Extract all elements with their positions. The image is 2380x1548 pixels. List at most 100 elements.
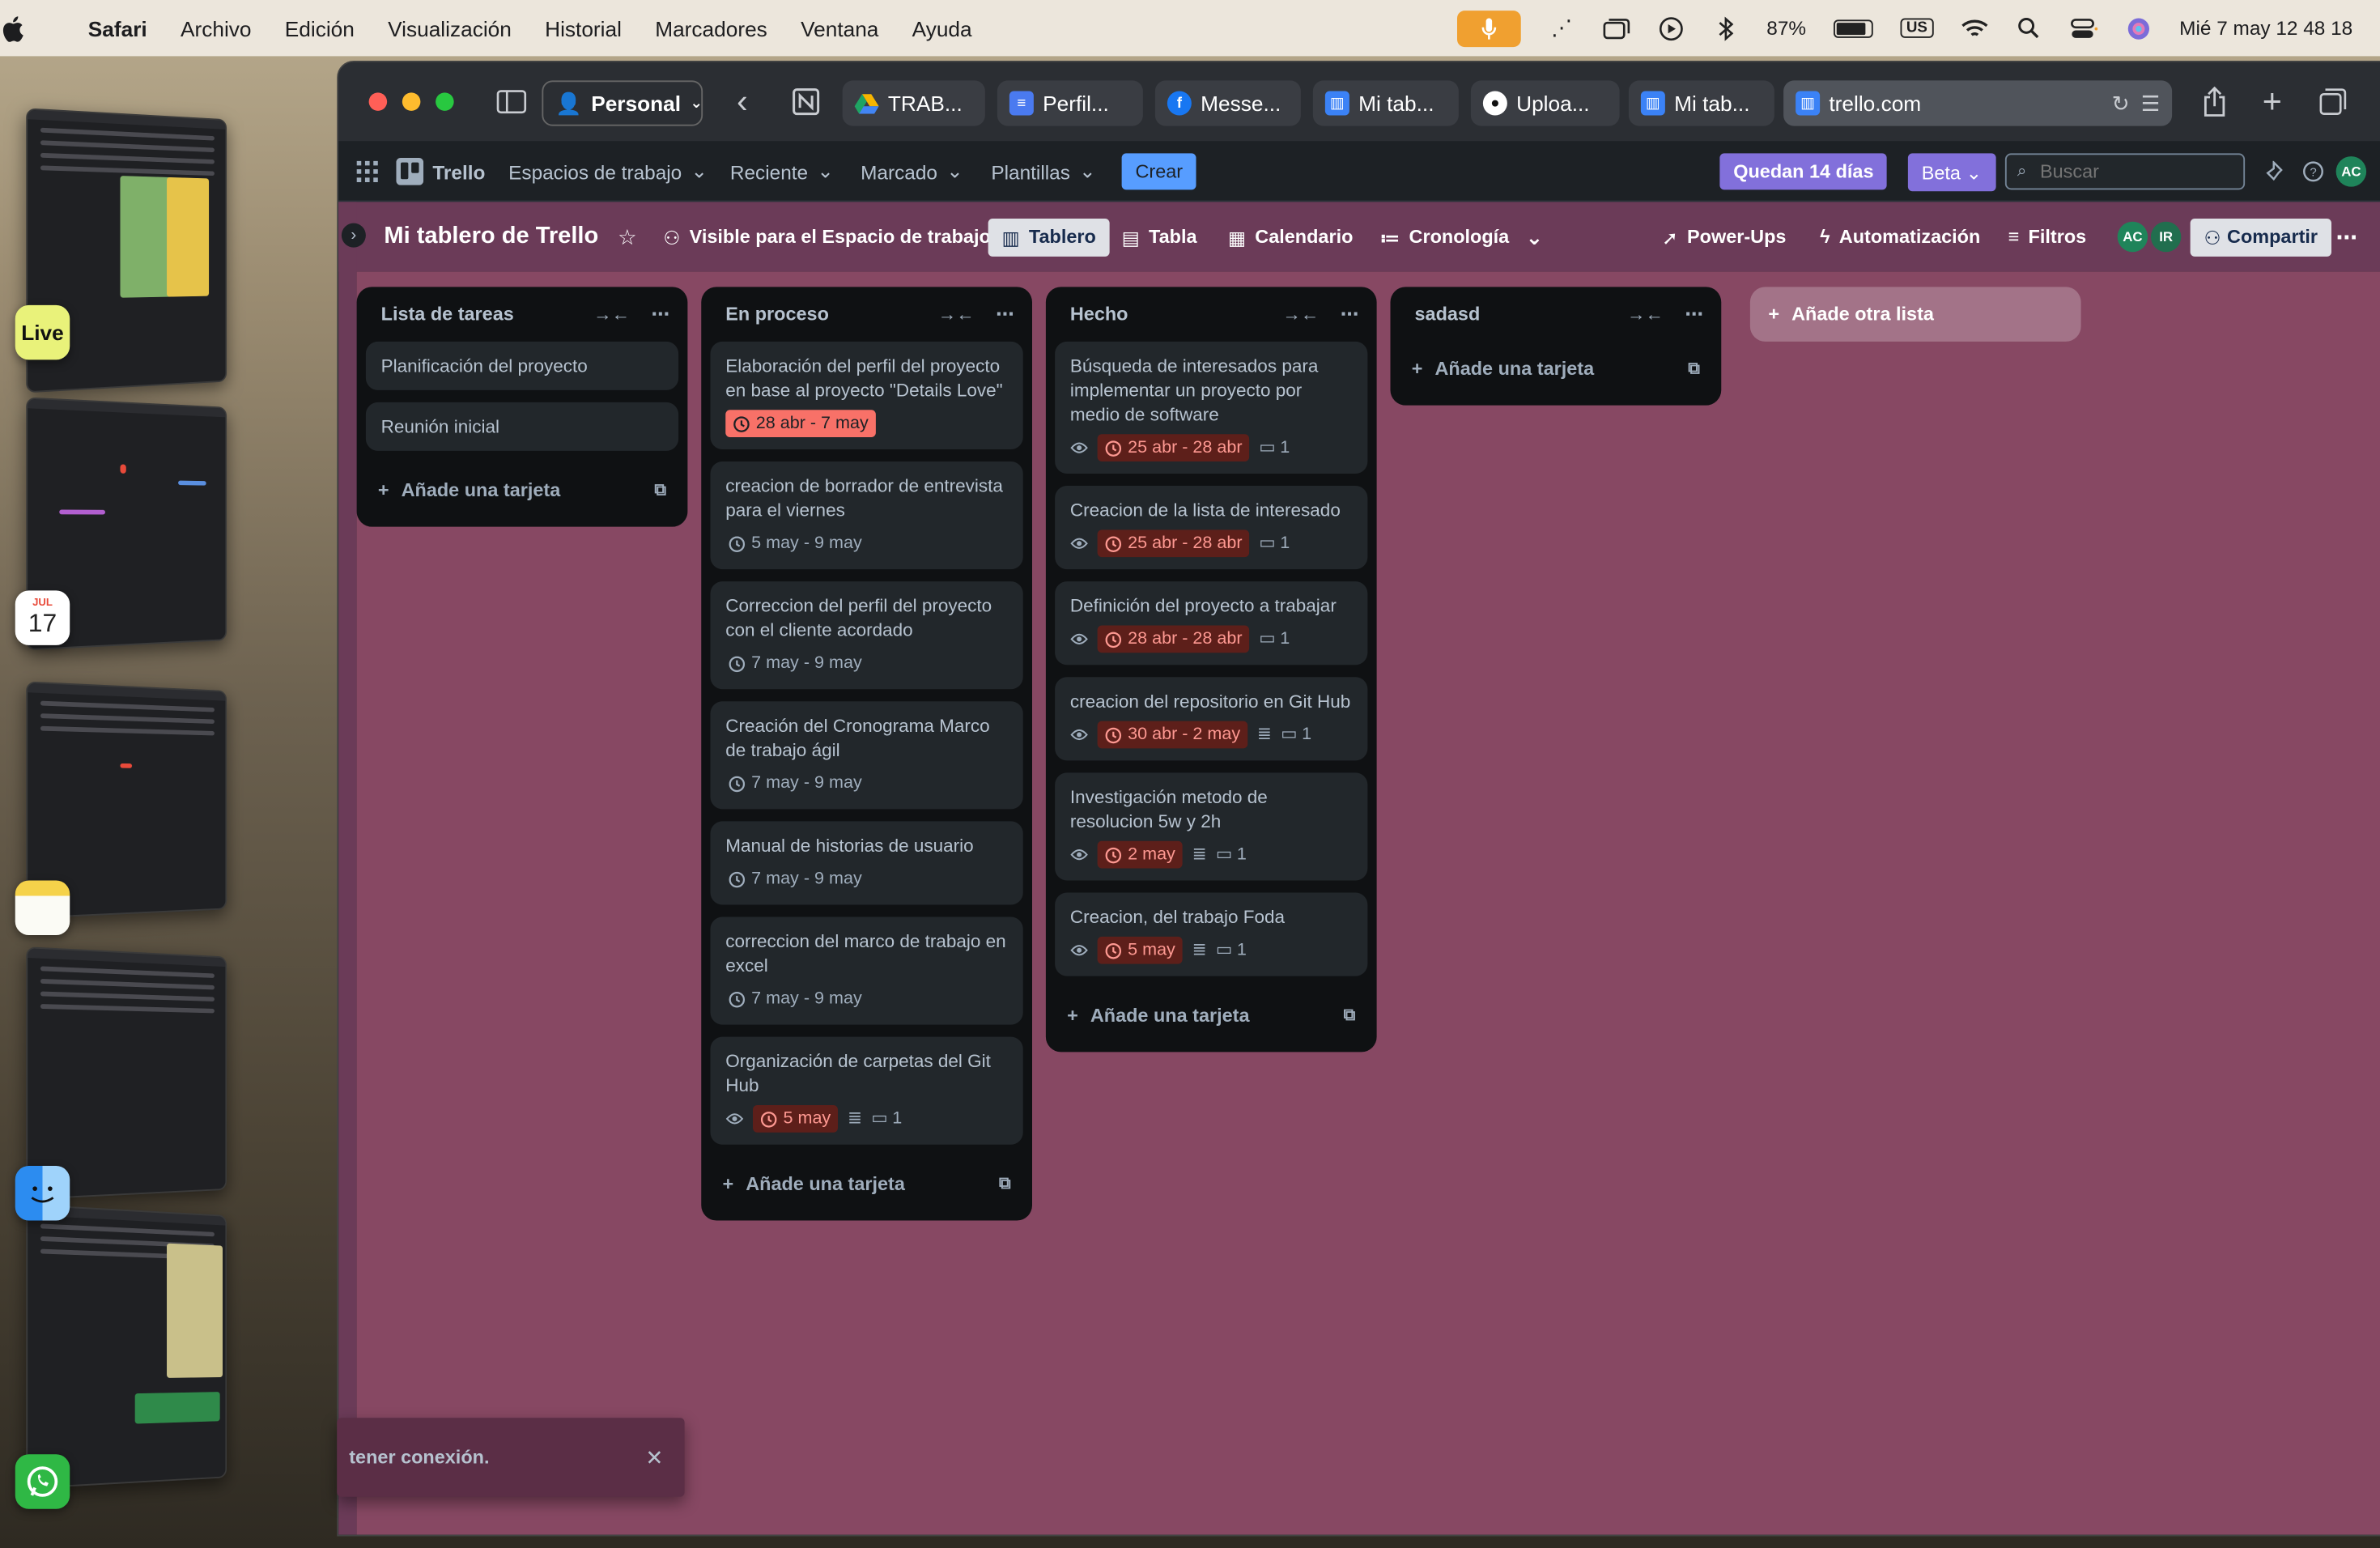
- search-input[interactable]: [2004, 153, 2246, 190]
- card-template-icon[interactable]: ⧉: [1344, 1006, 1356, 1025]
- back-icon[interactable]: ‹: [724, 62, 760, 142]
- card[interactable]: Creación del Cronograma Marco de trabajo…: [710, 701, 1023, 810]
- share-icon[interactable]: [2196, 62, 2233, 142]
- due-date-badge[interactable]: 5 may - 9 may: [725, 529, 865, 557]
- beta-button[interactable]: Beta ⌄: [1907, 152, 1996, 191]
- starred-menu[interactable]: Marcado ⌄: [861, 141, 963, 202]
- zoom-window-button[interactable]: [436, 92, 454, 111]
- star-icon[interactable]: ☆: [618, 202, 637, 271]
- list-header[interactable]: sadasd →← ⋯: [1400, 287, 1712, 342]
- play-icon[interactable]: [1657, 15, 1685, 42]
- card-template-icon[interactable]: ⧉: [1688, 359, 1700, 378]
- menu-edicion[interactable]: Edición: [285, 16, 355, 40]
- share-button[interactable]: ⚇ Compartir: [2190, 218, 2331, 256]
- due-date-badge[interactable]: 7 may - 9 may: [725, 650, 865, 678]
- new-tab-icon[interactable]: +: [2254, 62, 2290, 142]
- reload-icon[interactable]: ↻: [2112, 91, 2130, 117]
- due-date-badge[interactable]: 28 abr - 7 may: [725, 410, 877, 437]
- window-thumbnail[interactable]: [26, 946, 227, 1201]
- menu-app-safari[interactable]: Safari: [88, 16, 147, 40]
- board-title[interactable]: Mi tablero de Trello: [384, 202, 598, 271]
- due-date-badge[interactable]: 25 abr - 28 abr: [1097, 434, 1250, 461]
- card-template-icon[interactable]: ⧉: [999, 1174, 1011, 1193]
- collapse-list-icon[interactable]: →←: [1282, 304, 1319, 325]
- card[interactable]: creacion de borrador de entrevista para …: [710, 461, 1023, 570]
- add-card-button[interactable]: + Añade una tarjeta ⧉: [1055, 989, 1367, 1044]
- minimize-window-button[interactable]: [402, 92, 421, 111]
- member-avatar[interactable]: AC: [2117, 221, 2148, 253]
- card[interactable]: Organización de carpetas del Git Hub 5 ma…: [710, 1036, 1023, 1145]
- menu-historial[interactable]: Historial: [545, 16, 622, 40]
- list-menu-icon[interactable]: ⋯: [1341, 304, 1359, 325]
- tab-trello-2[interactable]: ▥ Mi tab...: [1628, 80, 1774, 126]
- bluetooth-icon[interactable]: [1712, 15, 1740, 42]
- list-title[interactable]: En proceso: [725, 304, 829, 325]
- card[interactable]: Reunión inicial: [365, 402, 679, 451]
- close-icon[interactable]: ✕: [645, 1444, 663, 1470]
- view-tab-calendar[interactable]: ▦ Calendario: [1228, 202, 1354, 271]
- add-card-button[interactable]: + Añade una tarjeta ⧉: [366, 463, 678, 518]
- collapse-list-icon[interactable]: →←: [593, 304, 630, 325]
- notion-icon[interactable]: [788, 62, 824, 142]
- reader-icon[interactable]: ☰: [2141, 91, 2161, 117]
- address-bar[interactable]: ▥ trello.com ↻ ☰: [1783, 80, 2173, 126]
- control-center-icon[interactable]: [2070, 15, 2097, 42]
- list-title[interactable]: sadasd: [1415, 304, 1481, 325]
- clock-datetime[interactable]: Mié 7 may 12 48 18: [2179, 17, 2352, 40]
- list-header[interactable]: En proceso →← ⋯: [711, 287, 1023, 342]
- whatsapp-icon[interactable]: [15, 1454, 70, 1509]
- calendar-icon[interactable]: JUL 17: [15, 590, 70, 645]
- card[interactable]: Investigación metodo de resolucion 5w y …: [1055, 772, 1368, 881]
- view-tab-table[interactable]: ▤ Tabla: [1122, 202, 1197, 271]
- list-menu-icon[interactable]: ⋯: [1685, 304, 1703, 325]
- card[interactable]: Planificación del proyecto: [365, 341, 679, 390]
- sidebar-collapsed[interactable]: ›: [338, 202, 366, 1535]
- due-date-badge[interactable]: 7 may - 9 may: [725, 985, 865, 1013]
- menu-ayuda[interactable]: Ayuda: [912, 16, 972, 40]
- spotlight-search-icon[interactable]: [2016, 15, 2043, 42]
- view-tab-timeline[interactable]: ≔ Cronología: [1379, 202, 1509, 271]
- trello-logo[interactable]: Trello: [396, 141, 485, 202]
- add-list-button[interactable]: + Añade otra lista: [1749, 287, 2081, 342]
- card[interactable]: Creacion, del trabajo Foda 5 may ≣ ▭ 1: [1055, 892, 1368, 976]
- create-button[interactable]: Crear: [1121, 153, 1196, 190]
- due-date-badge[interactable]: 7 may - 9 may: [725, 865, 865, 893]
- list-header[interactable]: Lista de tareas →← ⋯: [366, 287, 678, 342]
- apple-menu-icon[interactable]: [0, 15, 88, 42]
- board-menu-icon[interactable]: ⋯: [2336, 202, 2357, 271]
- expand-sidebar-icon[interactable]: ›: [341, 223, 366, 248]
- card[interactable]: creacion del repositorio en Git Hub 30 ab…: [1055, 677, 1368, 761]
- filters-button[interactable]: ≡ Filtros: [2008, 202, 2087, 271]
- battery-icon[interactable]: [1833, 19, 1873, 37]
- collapse-list-icon[interactable]: →←: [938, 304, 975, 325]
- apps-grid-icon[interactable]: [356, 141, 378, 202]
- add-card-button[interactable]: + Añade una tarjeta ⧉: [1400, 342, 1712, 397]
- due-date-badge[interactable]: 5 may: [1097, 936, 1184, 964]
- tab-trello-1[interactable]: ▥ Mi tab...: [1312, 80, 1459, 126]
- menu-visualizacion[interactable]: Visualización: [388, 16, 512, 40]
- tab-github[interactable]: ● Uploa...: [1470, 80, 1620, 126]
- wifi-icon[interactable]: [1961, 15, 1988, 42]
- due-date-badge[interactable]: 2 may: [1097, 840, 1184, 869]
- list-title[interactable]: Lista de tareas: [381, 304, 514, 325]
- sidebar-toggle-icon[interactable]: [493, 62, 529, 142]
- due-date-badge[interactable]: 30 abr - 2 may: [1097, 721, 1248, 749]
- card-template-icon[interactable]: ⧉: [654, 480, 666, 500]
- workspaces-menu[interactable]: Espacios de trabajo ⌄: [508, 141, 708, 202]
- tab-messenger[interactable]: f Messe...: [1154, 80, 1301, 126]
- card[interactable]: Correccion del perfil del proyecto con e…: [710, 581, 1023, 690]
- tab-overview-icon[interactable]: [2314, 62, 2351, 142]
- list-menu-icon[interactable]: ⋯: [651, 304, 669, 325]
- automation-button[interactable]: ϟ Automatización: [1820, 202, 1980, 271]
- menu-ventana[interactable]: Ventana: [801, 16, 878, 40]
- tab-drive[interactable]: TRAB...: [842, 80, 985, 126]
- menu-marcadores[interactable]: Marcadores: [655, 16, 767, 40]
- due-date-badge[interactable]: 28 abr - 28 abr: [1097, 625, 1250, 653]
- view-tab-board[interactable]: ▥ Tablero: [988, 218, 1110, 256]
- list-header[interactable]: Hecho →← ⋯: [1055, 287, 1367, 342]
- siri-icon[interactable]: [2125, 15, 2153, 42]
- due-date-badge[interactable]: 7 may - 9 may: [725, 770, 865, 797]
- menu-archivo[interactable]: Archivo: [181, 16, 252, 40]
- notes-icon[interactable]: [15, 880, 70, 935]
- list-title[interactable]: Hecho: [1070, 304, 1128, 325]
